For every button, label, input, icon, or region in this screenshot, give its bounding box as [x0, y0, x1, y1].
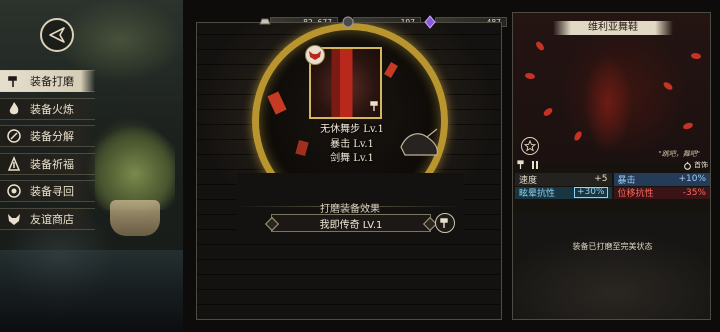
- stat-speed: 速度 +5: [515, 173, 612, 186]
- equipment-detail-panel: 维利亚舞鞋 "跳吧，舞吧" 首饰 速度 +5 暴击 +10% 眩晕抗性 +30%…: [512, 12, 711, 320]
- pause-bars-icon: [532, 161, 538, 169]
- flame-icon: [4, 100, 24, 118]
- sidebar-item-disassemble[interactable]: 装备分解: [0, 125, 95, 148]
- hammer-icon: [517, 160, 524, 169]
- skill-line: 暴击 Lv.1: [330, 138, 374, 150]
- plant-decoration: [95, 120, 175, 210]
- skill-line: 无休舞步 Lv.1: [320, 124, 384, 135]
- petal-decoration: [534, 40, 546, 52]
- sidebar-item-polish[interactable]: 装备打磨: [0, 70, 95, 92]
- stat-value: -35%: [682, 187, 706, 198]
- skill-line: 剑舞 Lv.1: [330, 153, 374, 164]
- sidebar-item-label: 装备分解: [30, 130, 74, 144]
- sidebar-item-retrieve[interactable]: 装备寻回: [0, 180, 95, 203]
- hammer-icon: [4, 72, 24, 90]
- character-art: [513, 13, 710, 163]
- fox-head-icon: [309, 51, 321, 60]
- ring-icon: [684, 161, 691, 170]
- retrieve-icon: [4, 182, 24, 200]
- sidebar-item-label: 装备打磨: [30, 75, 74, 88]
- hammer-icon: [370, 101, 378, 111]
- disassemble-icon: [4, 127, 24, 145]
- equipment-type: 首饰: [683, 160, 708, 170]
- floor-decoration: [0, 250, 183, 332]
- sidebar-item-label: 装备火炼: [30, 102, 74, 116]
- stat-value: +30%: [573, 187, 608, 199]
- sidebar-item-label: 装备祈福: [30, 157, 74, 171]
- polish-button[interactable]: [435, 213, 455, 233]
- back-button[interactable]: [40, 18, 74, 52]
- equipment-quote: "跳吧，舞吧": [658, 150, 700, 158]
- sidebar-item-friend-shop[interactable]: 友谊商店: [0, 207, 95, 230]
- sidebar-item-temper[interactable]: 装备火炼: [0, 97, 95, 120]
- favorite-button[interactable]: [521, 137, 539, 155]
- sidebar-item-label: 友谊商店: [30, 212, 74, 226]
- enhance-effect-value: 我即传奇 LV.1: [271, 214, 431, 232]
- petal-decoration: [572, 130, 584, 142]
- polish-panel: 无休舞步 Lv.1 暴击 Lv.1 剑舞 Lv.1 打磨装备效果 我即传奇 LV…: [196, 22, 502, 320]
- pot-decoration: [110, 200, 160, 236]
- petal-decoration: [682, 122, 694, 130]
- stat-label: 暴击: [617, 175, 636, 186]
- stat-label: 位移抗性: [617, 189, 654, 200]
- stat-row: 眩晕抗性 +30% 位移抗性 -35%: [515, 186, 710, 200]
- stat-stun-resist: 眩晕抗性 +30%: [515, 186, 612, 200]
- stat-value: +5: [594, 174, 608, 185]
- stat-move-resist: 位移抗性 -35%: [613, 186, 710, 200]
- equipment-name: 维利亚舞鞋: [553, 21, 673, 35]
- equipment-badge: [305, 45, 325, 65]
- star-icon: [524, 140, 536, 152]
- stat-label: 眩晕抗性: [519, 189, 556, 200]
- silver-ingot-icon: [259, 18, 271, 25]
- purple-crystal-icon: [424, 15, 436, 29]
- fox-shop-icon: [4, 210, 24, 228]
- stat-value: +10%: [678, 174, 706, 185]
- polish-status-text: 装备已打磨至完美状态: [572, 242, 653, 251]
- dark-orb-icon: [342, 16, 354, 28]
- pray-icon: [4, 155, 24, 173]
- sidebar-item-pray[interactable]: 装备祈福: [0, 152, 95, 175]
- stat-header-left: [517, 160, 540, 170]
- back-arrow-icon: [49, 27, 65, 43]
- petal-decoration: [690, 51, 702, 61]
- sidebar-menu: 装备打磨 装备火炼 装备分解 装备祈福 装备寻回 友谊商店: [0, 70, 95, 236]
- petal-decoration: [662, 80, 674, 92]
- petal-decoration: [524, 71, 536, 81]
- sidebar-item-label: 装备寻回: [30, 185, 74, 199]
- petal-decoration: [542, 106, 554, 118]
- detail-background: [513, 213, 710, 319]
- equipment-type-label: 首饰: [694, 161, 708, 169]
- stats-table: 速度 +5 暴击 +10% 眩晕抗性 +30% 位移抗性 -35%: [515, 173, 710, 200]
- enhance-effect-title: 打磨装备效果: [320, 204, 380, 215]
- stat-label: 速度: [519, 175, 538, 186]
- stat-row: 速度 +5 暴击 +10%: [515, 173, 710, 186]
- stat-crit: 暴击 +10%: [613, 173, 710, 186]
- hammer-icon: [440, 218, 448, 228]
- stat-header: 首饰: [513, 159, 710, 171]
- skill-list: 无休舞步 Lv.1 暴击 Lv.1 剑舞 Lv.1: [297, 123, 407, 167]
